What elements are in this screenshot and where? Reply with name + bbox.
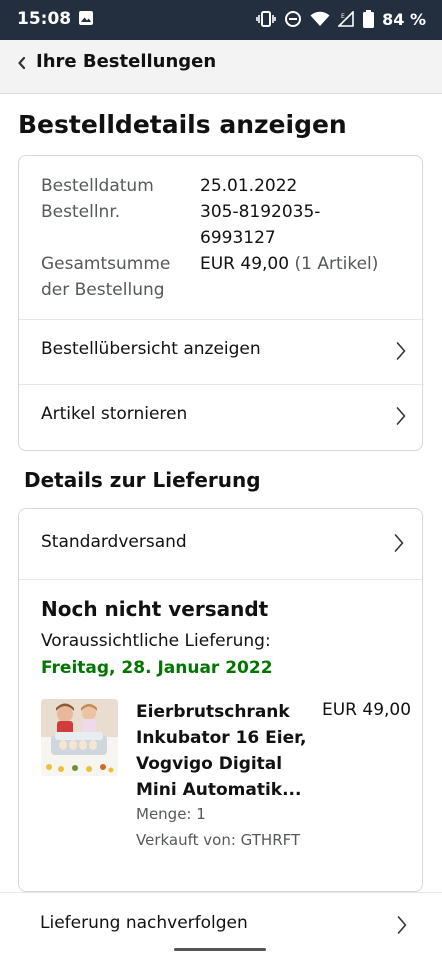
view-order-summary-label: Bestellübersicht anzeigen [41, 339, 261, 359]
product-price: EUR 49,00 [322, 700, 412, 720]
product-title-line: Inkubator 16 Eier, [136, 728, 307, 748]
order-date-label: Bestelldatum [41, 176, 154, 196]
view-order-summary-row[interactable]: Bestellübersicht anzeigen [19, 319, 424, 383]
battery-icon [363, 10, 375, 28]
chevron-left-icon[interactable] [17, 56, 27, 70]
shipping-method-row[interactable]: Standardversand [19, 509, 422, 580]
order-total-value: EUR 49,00 (1 Artikel) [200, 251, 378, 277]
order-total-amount: EUR 49,00 [200, 254, 290, 274]
order-number-label: Bestellnr. [41, 202, 121, 222]
status-time: 15:08 [17, 9, 72, 29]
order-number-value-1: 305-8192035- [200, 202, 321, 222]
order-date-value: 25.01.2022 [200, 176, 298, 196]
vibrate-icon [256, 11, 276, 27]
wifi-icon [310, 11, 330, 26]
product-title-line: Eierbrutschrank [136, 702, 290, 722]
cancel-items-row[interactable]: Artikel stornieren [19, 384, 424, 448]
expected-delivery-label: Voraussichtliche Lieferung: [41, 631, 271, 651]
order-total-label-2: der Bestellung [41, 280, 165, 300]
chevron-right-icon [396, 342, 406, 360]
product-seller: Verkauft von: GTHRFT [136, 831, 301, 849]
product-title[interactable]: Eierbrutschrank Inkubator 16 Eier, Vogvi… [136, 699, 311, 803]
nav-bar: Ihre Bestellungen [0, 40, 442, 94]
shipping-method-label: Standardversand [41, 532, 187, 552]
image-icon [79, 11, 93, 25]
product-quantity: Menge: 1 [136, 805, 206, 823]
product-title-line: Mini Automatik... [136, 780, 302, 800]
order-total-items: (1 Artikel) [294, 254, 379, 274]
shipment-status: Noch nicht versandt [41, 597, 269, 621]
status-icons: E 84 % [256, 8, 426, 30]
order-total-label-1: Gesamtsumme [41, 254, 171, 274]
delivery-card: Standardversand Noch nicht versandt Vora… [18, 508, 423, 892]
track-delivery-row[interactable]: Lieferung nachverfolgen [0, 892, 442, 942]
order-summary-card: Bestelldatum 25.01.2022 Bestellnr. 305-8… [18, 155, 424, 451]
battery-percent: 84 % [382, 9, 426, 29]
signal-icon: E [338, 11, 354, 27]
expected-delivery-date: Freitag, 28. Januar 2022 [41, 658, 273, 678]
delivery-section-title: Details zur Lieferung [24, 468, 261, 492]
home-indicator[interactable] [174, 948, 266, 951]
chevron-right-icon [394, 534, 404, 552]
do-not-disturb-icon [285, 11, 302, 27]
order-number-value-2: 6993127 [200, 228, 276, 248]
page-title: Bestelldetails anzeigen [18, 110, 347, 139]
svg-text:E: E [341, 13, 345, 20]
chevron-right-icon [396, 407, 406, 425]
product-image[interactable] [41, 699, 118, 776]
status-bar: 15:08 E 84 % [0, 0, 442, 40]
product-title-line: Vogvigo Digital [136, 754, 283, 774]
cancel-items-label: Artikel stornieren [41, 404, 188, 424]
chevron-right-icon [397, 916, 407, 934]
track-delivery-label: Lieferung nachverfolgen [40, 913, 248, 933]
incubator-product-image [41, 699, 118, 776]
back-link[interactable]: Ihre Bestellungen [36, 51, 216, 72]
